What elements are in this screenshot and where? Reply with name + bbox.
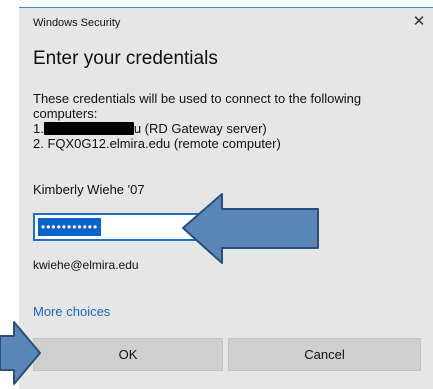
description-line-1: These credentials will be used to connec…	[33, 91, 362, 106]
user-email: kwiehe@elmira.edu	[33, 258, 139, 272]
redaction-mark	[43, 122, 134, 135]
password-input[interactable]: •••••••••••	[33, 213, 311, 241]
password-value: •••••••••••	[38, 218, 102, 236]
computer-item-1: 1. u (RD Gateway server)	[33, 121, 423, 136]
dialog-heading: Enter your credentials	[33, 48, 218, 69]
credentials-dialog: Windows Security ✕ Enter your credential…	[19, 7, 433, 389]
computer-item-1-prefix: 1.	[33, 121, 44, 136]
user-display-name: Kimberly Wiehe '07	[33, 182, 145, 197]
computer-item-1-suffix: u (RD Gateway server)	[133, 121, 267, 136]
window-title: Windows Security	[33, 17, 121, 29]
close-icon[interactable]: ✕	[409, 12, 429, 32]
ok-button[interactable]: OK	[33, 338, 223, 371]
computer-item-2: 2. FQX0G12.elmira.edu (remote computer)	[33, 136, 281, 151]
more-choices-link[interactable]: More choices	[33, 304, 110, 319]
cancel-button[interactable]: Cancel	[228, 338, 421, 371]
description-line-2: computers:	[33, 106, 98, 121]
dialog-description: These credentials will be used to connec…	[33, 91, 423, 151]
